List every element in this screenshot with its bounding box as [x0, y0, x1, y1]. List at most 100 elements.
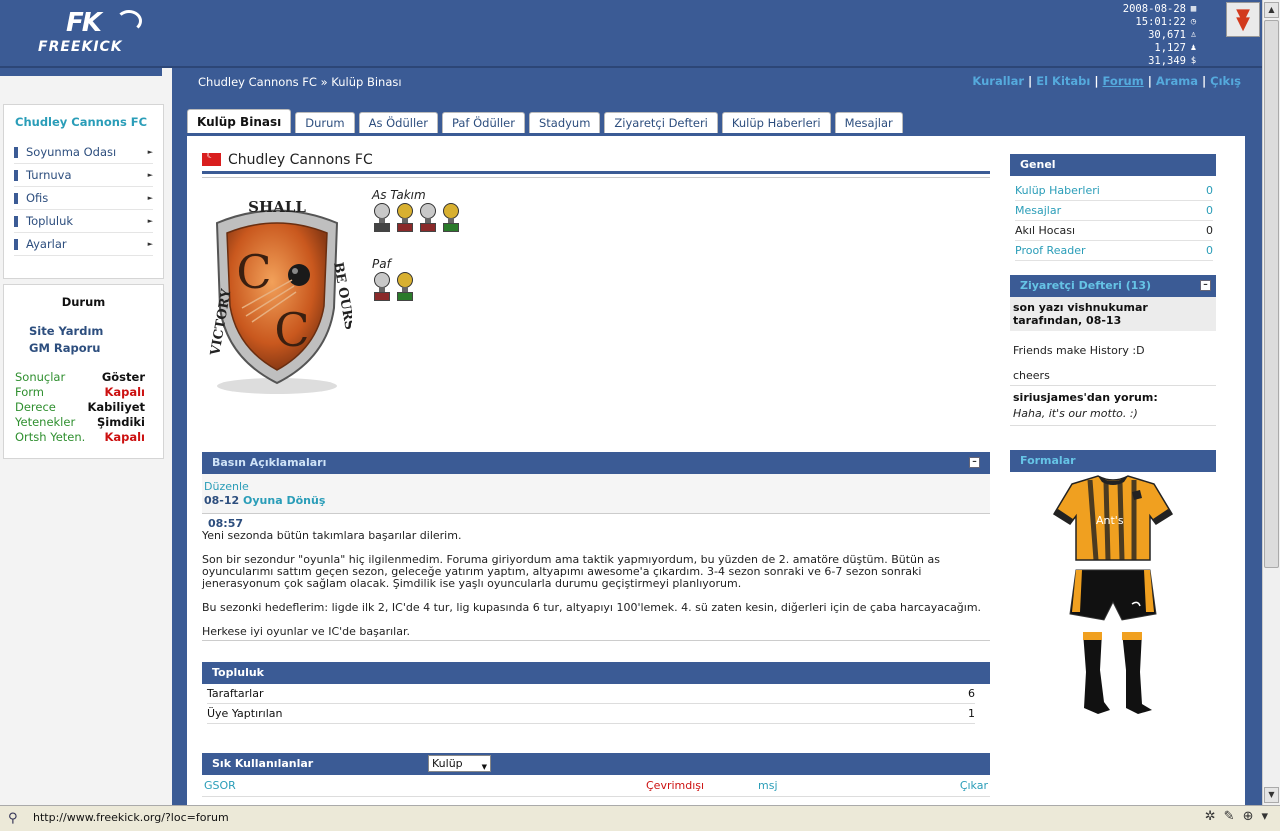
sidebar-item-settings[interactable]: Ayarlar ►: [14, 233, 153, 256]
status-row-results: Sonuçlar Göster: [15, 370, 145, 385]
club-news-row[interactable]: Kulüp Haberleri 0: [1015, 181, 1213, 201]
status-row-avg-skill: Ortsh Yeten. Kapalı: [15, 430, 145, 445]
zoom-icon[interactable]: ⊕: [1243, 809, 1254, 824]
sidebar-item-tournament[interactable]: Turnuva ►: [14, 164, 153, 187]
trophy-icon[interactable]: [395, 203, 415, 233]
server-stats: 2008-08-28 ▦ 15:01:22 ◷ 30,671 ♙ 1,127 ♟ 31,…: [1123, 3, 1198, 68]
tab-content: Chudley Cannons FC SHALL VICTORY BE OURS…: [187, 136, 1245, 805]
stat-online: 1,127 ♟: [1154, 42, 1197, 54]
link-forum[interactable]: Forum: [1103, 74, 1144, 88]
tab-stadium[interactable]: Stadyum: [528, 112, 601, 133]
team-kit: Ant's: [1052, 475, 1174, 714]
offline-status: Çevrimdışı: [646, 779, 705, 792]
clock-icon: ◷: [1190, 17, 1197, 27]
logo-wordmark: FREEKICK: [38, 39, 123, 55]
settings-icon[interactable]: ✲: [1205, 809, 1216, 824]
senior-team-label: As Takım: [372, 188, 426, 202]
skills-toggle[interactable]: Şimdiki: [97, 415, 145, 430]
favorites-section: Sık Kullanılanlar Kulüp ▼ GSOR Çevrimdışı…: [202, 753, 990, 797]
chevron-right-icon: ►: [147, 194, 153, 202]
top-links: Kurallar | El Kitabı | Forum | Arama | Çıkış: [972, 74, 1241, 88]
svg-text:C: C: [274, 303, 309, 357]
trophy-cabinet: As Takım Paf: [372, 188, 461, 326]
site-help-link[interactable]: Site Yardım: [29, 323, 163, 340]
favorites-select[interactable]: Kulüp ▼: [428, 755, 491, 772]
status-url: http://www.freekick.org/?loc=forum: [33, 811, 229, 824]
link-handbook[interactable]: El Kitabı: [1036, 74, 1090, 88]
chevron-right-icon: ►: [147, 217, 153, 225]
link-rules[interactable]: Kurallar: [972, 74, 1024, 88]
club-tabs: Kulüp Binası Durum As Ödüller Paf Ödülle…: [187, 109, 903, 133]
guestbook-comment: Haha, it's our motto. :): [1010, 404, 1216, 426]
fans-row: Taraftarlar 6: [207, 684, 975, 704]
download-arrows-icon[interactable]: ▼ ▼: [1226, 2, 1260, 37]
club-menu-box: Chudley Cannons FC Soyunma Odası ► Turnuv…: [3, 104, 164, 279]
tab-senior-awards[interactable]: As Ödüller: [358, 112, 438, 133]
avg-skill-toggle[interactable]: Kapalı: [104, 430, 145, 445]
sidebar-item-dressing-room[interactable]: Soyunma Odası ►: [14, 141, 153, 164]
tab-clubhouse[interactable]: Kulüp Binası: [187, 109, 292, 133]
sidebar-item-community[interactable]: Topluluk ►: [14, 210, 153, 233]
minimize-icon[interactable]: –: [1200, 280, 1211, 291]
mentor-row: Akıl Hocası 0: [1015, 221, 1213, 241]
guestbook-header[interactable]: Ziyaretçi Defteri (13) –: [1010, 275, 1216, 297]
chevron-down-icon: ▼: [481, 763, 487, 771]
link-logout[interactable]: Çıkış: [1210, 74, 1241, 88]
link-search[interactable]: Arama: [1156, 74, 1198, 88]
freekick-logo[interactable]: FK FREEKICK: [36, 8, 148, 60]
remove-link[interactable]: Çıkar: [958, 775, 988, 796]
chevron-right-icon: ►: [147, 240, 153, 248]
tab-messages[interactable]: Mesajlar: [834, 112, 903, 133]
scroll-thumb[interactable]: [1264, 20, 1279, 568]
trophy-icon[interactable]: [395, 272, 415, 302]
trophy-icon[interactable]: [441, 203, 461, 233]
results-toggle[interactable]: Göster: [102, 370, 145, 385]
press-entry-title[interactable]: Oyuna Dönüş: [243, 494, 325, 507]
tab-club-news[interactable]: Kulüp Haberleri: [721, 112, 831, 133]
scroll-down-icon[interactable]: ▼: [1264, 787, 1279, 803]
tab-youth-awards[interactable]: Paf Ödüller: [441, 112, 525, 133]
general-box: Genel Kulüp Haberleri 0 Mesajlar 0 Akıl Ho…: [1010, 154, 1216, 261]
sidebar-club-name[interactable]: Chudley Cannons FC: [4, 105, 163, 141]
favorites-row: GSOR Çevrimdışı msj Çıkar: [202, 775, 990, 797]
club-title-row: Chudley Cannons FC: [202, 150, 990, 174]
edit-link[interactable]: Düzenle: [204, 480, 988, 493]
logo-swoosh-icon: [116, 10, 142, 32]
edit-icon[interactable]: ✎: [1224, 809, 1235, 824]
dropdown-icon[interactable]: ▾: [1261, 809, 1268, 824]
vertical-scrollbar[interactable]: ▲ ▼: [1262, 0, 1280, 805]
stat-time: 15:01:22 ◷: [1135, 16, 1197, 28]
messages-row[interactable]: Mesajlar 0: [1015, 201, 1213, 221]
browser-statusbar: ⚲ http://www.freekick.org/?loc=forum ✲ ✎…: [0, 805, 1280, 831]
tab-status[interactable]: Durum: [295, 112, 355, 133]
referred-row: Üye Yaptırılan 1: [207, 704, 975, 724]
gm-report-link[interactable]: GM Raporu: [29, 340, 163, 357]
tab-guestbook[interactable]: Ziyaretçi Defteri: [604, 112, 718, 133]
press-body: Yeni sezonda bütün takımlara başarılar d…: [202, 530, 990, 638]
main-area: Kulüp Binası Durum As Ödüller Paf Ödülle…: [172, 96, 1262, 805]
youth-trophies: [372, 272, 461, 302]
left-sidebar: Chudley Cannons FC Soyunma Odası ► Turnuv…: [0, 96, 172, 805]
message-link[interactable]: msj: [758, 775, 958, 796]
trophy-icon[interactable]: [418, 203, 438, 233]
kits-header: Formalar: [1010, 450, 1216, 472]
press-entry-heading: 08-12 Oyuna Dönüş: [204, 494, 326, 507]
left-header-strip: [0, 68, 162, 76]
minimize-icon[interactable]: –: [969, 457, 980, 468]
trophy-icon[interactable]: [372, 272, 392, 302]
turkey-flag-icon: [202, 150, 221, 166]
form-toggle[interactable]: Kapalı: [104, 385, 145, 400]
online-user-icon: ♟: [1190, 43, 1197, 53]
proof-reader-row[interactable]: Proof Reader 0: [1015, 241, 1213, 261]
status-tray: ✲ ✎ ⊕ ▾: [1205, 809, 1268, 824]
scroll-up-icon[interactable]: ▲: [1264, 2, 1279, 18]
guestbook-comment-author: siriusjames'dan yorum:: [1013, 391, 1158, 404]
shirt-sponsor: Ant's: [1096, 514, 1124, 527]
guestbook-box: Ziyaretçi Defteri (13) – son yazı vishnuk…: [1010, 275, 1216, 426]
crest-text-top: SHALL: [248, 198, 306, 216]
rating-toggle[interactable]: Kabiliyet: [87, 400, 145, 415]
general-header: Genel: [1010, 154, 1216, 176]
trophy-icon[interactable]: [372, 203, 392, 233]
favorite-club-link[interactable]: GSOR: [204, 775, 646, 796]
sidebar-item-office[interactable]: Ofis ►: [14, 187, 153, 210]
